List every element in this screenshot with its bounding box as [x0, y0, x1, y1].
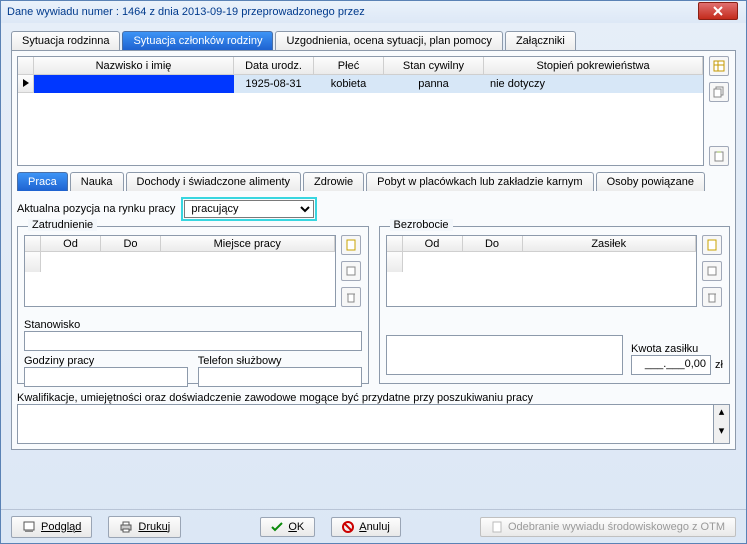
tab-nauka[interactable]: Nauka — [70, 172, 124, 191]
cell-sex: kobieta — [314, 75, 384, 93]
emp-edit-button[interactable] — [341, 261, 361, 281]
emp-delete-button[interactable] — [341, 287, 361, 307]
cell-name — [34, 75, 234, 93]
titlebar: Dane wywiadu numer : 1464 z dnia 2013-09… — [1, 1, 746, 23]
col-kinship[interactable]: Stopień pokrewieństwa — [484, 57, 703, 75]
un-edit-button[interactable] — [702, 261, 722, 281]
copy-icon — [713, 86, 725, 98]
close-icon — [713, 6, 723, 16]
tab-dochody[interactable]: Dochody i świadczone alimenty — [126, 172, 301, 191]
unemployment-note — [386, 335, 624, 375]
cancel-icon — [342, 521, 354, 533]
col-dob[interactable]: Data urodz. — [234, 57, 314, 75]
tab-sytuacja-czlonkow[interactable]: Sytuacja członków rodziny — [122, 31, 273, 50]
unemployment-title: Bezrobocie — [390, 219, 453, 231]
edit-icon — [706, 265, 718, 277]
labor-select[interactable]: pracujący — [184, 200, 314, 218]
amount-label: Kwota zasiłku — [631, 343, 723, 355]
phone-label: Telefon służbowy — [198, 355, 362, 367]
window-title: Dane wywiadu numer : 1464 z dnia 2013-09… — [7, 6, 365, 18]
emp-new-button[interactable] — [341, 235, 361, 255]
emp-col-to[interactable]: Do — [101, 236, 161, 252]
tab-zdrowie[interactable]: Zdrowie — [303, 172, 364, 191]
tab-praca[interactable]: Praca — [17, 172, 68, 191]
col-marital[interactable]: Stan cywilny — [384, 57, 484, 75]
preview-button[interactable]: Podgląd — [11, 516, 92, 538]
employment-title: Zatrudnienie — [28, 219, 97, 231]
tab-sytuacja-rodzinna[interactable]: Sytuacja rodzinna — [11, 31, 120, 50]
employment-group: Zatrudnienie Od Do Miejsce pracy — [17, 226, 369, 384]
position-field — [24, 331, 362, 351]
members-add-button[interactable] — [709, 56, 729, 76]
cell-marital: panna — [384, 75, 484, 93]
paste-icon — [713, 150, 725, 162]
ok-button[interactable]: OK — [260, 517, 315, 537]
cell-kinship: nie dotyczy — [484, 75, 703, 93]
hours-field — [24, 367, 188, 387]
cell-dob: 1925-08-31 — [234, 75, 314, 93]
unemployment-grid[interactable]: Od Do Zasiłek — [386, 235, 698, 307]
un-col-benefit[interactable]: Zasiłek — [523, 236, 697, 252]
new-icon — [706, 239, 718, 251]
main-tabs: Sytuacja rodzinna Sytuacja członków rodz… — [11, 31, 736, 50]
amount-field[interactable]: ___.___0,00 — [631, 355, 711, 375]
tab-osoby[interactable]: Osoby powiązane — [596, 172, 705, 191]
scroll-down[interactable]: ▾ — [714, 424, 729, 443]
position-label: Stanowisko — [24, 319, 362, 331]
un-new-button[interactable] — [702, 235, 722, 255]
table-icon — [713, 60, 725, 72]
trash-icon — [345, 291, 357, 303]
document-icon — [491, 521, 503, 533]
trash-icon — [706, 291, 718, 303]
receive-button: Odebranie wywiadu środowiskowego z OTM — [480, 517, 736, 537]
tab-zalaczniki[interactable]: Załączniki — [505, 31, 576, 50]
employment-grid[interactable]: Od Do Miejsce pracy — [24, 235, 336, 307]
labor-label: Aktualna pozycja na rynku pracy — [17, 203, 175, 215]
un-delete-button[interactable] — [702, 287, 722, 307]
members-grid[interactable]: Nazwisko i imię Data urodz. Płeć Stan cy… — [17, 56, 704, 166]
row-indicator-icon — [23, 79, 29, 87]
qual-field[interactable] — [17, 404, 714, 444]
members-copy-button[interactable] — [709, 82, 729, 102]
table-row[interactable]: 1925-08-31 kobieta panna nie dotyczy — [18, 75, 703, 93]
tab-pobyt[interactable]: Pobyt w placówkach lub zakładzie karnym — [366, 172, 593, 191]
scroll-up[interactable]: ▴ — [714, 405, 729, 424]
un-col-to[interactable]: Do — [463, 236, 523, 252]
footer: Podgląd Drukuj OK Anuluj Odebranie wywia… — [1, 509, 746, 543]
main-window: Dane wywiadu numer : 1464 z dnia 2013-09… — [0, 0, 747, 544]
phone-field — [198, 367, 362, 387]
cancel-button[interactable]: Anuluj — [331, 517, 401, 537]
emp-col-place[interactable]: Miejsce pracy — [161, 236, 335, 252]
unemployment-group: Bezrobocie Od Do Zasiłek — [379, 226, 731, 384]
new-icon — [345, 239, 357, 251]
close-button[interactable] — [698, 2, 738, 20]
qual-label: Kwalifikacje, umiejętności oraz doświadc… — [17, 392, 730, 404]
amount-unit: zł — [715, 359, 723, 371]
col-name[interactable]: Nazwisko i imię — [34, 57, 234, 75]
print-button[interactable]: Drukuj — [108, 516, 181, 538]
emp-col-from[interactable]: Od — [41, 236, 101, 252]
col-sex[interactable]: Płeć — [314, 57, 384, 75]
hours-label: Godziny pracy — [24, 355, 188, 367]
un-col-from[interactable]: Od — [403, 236, 463, 252]
edit-icon — [345, 265, 357, 277]
members-paste-button[interactable] — [709, 146, 729, 166]
preview-icon — [22, 520, 36, 534]
printer-icon — [119, 520, 133, 534]
tab-uzgodnienia[interactable]: Uzgodnienia, ocena sytuacji, plan pomocy — [275, 31, 502, 50]
check-icon — [271, 521, 283, 533]
